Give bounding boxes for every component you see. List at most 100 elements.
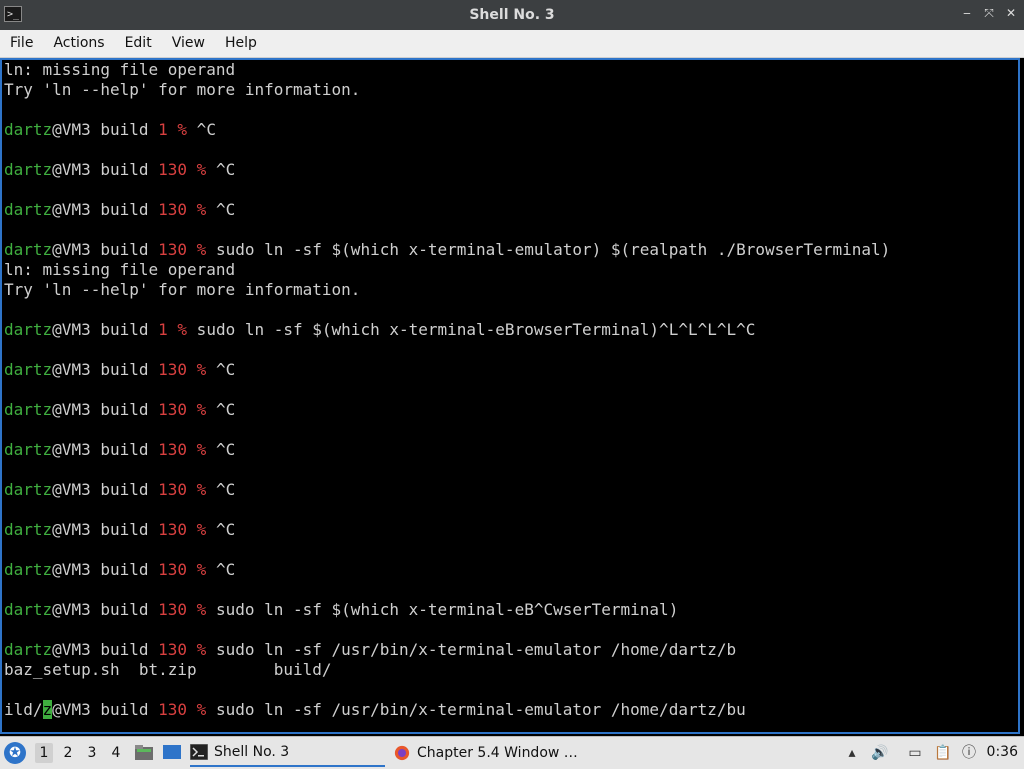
terminal-text: @VM3 build <box>52 400 159 419</box>
menu-help[interactable]: Help <box>215 30 267 57</box>
terminal-line: ln: missing file operand <box>4 260 890 280</box>
prompt-user: dartz <box>4 400 53 419</box>
terminal-line: Try 'ln --help' for more information. <box>4 280 890 300</box>
terminal-text: ln: missing file operand <box>4 60 236 79</box>
prompt-user: dartz <box>4 440 53 459</box>
terminal-text: @VM3 build <box>52 440 159 459</box>
terminal-line: dartz@VM3 build 130 % ^C <box>4 520 890 540</box>
prompt-exit-code: 1 % <box>158 120 188 139</box>
file-manager-icon[interactable] <box>134 743 154 761</box>
terminal-text: @VM3 build <box>52 240 159 259</box>
menu-view[interactable]: View <box>162 30 215 57</box>
window-controls: ‒ ⤧ ✕ <box>960 6 1018 21</box>
terminal-line: dartz@VM3 build 130 % ^C <box>4 560 890 580</box>
terminal-line: ild/z@VM3 build 130 % sudo ln -sf /usr/b… <box>4 700 890 720</box>
workspace-1[interactable]: 1 <box>35 743 53 763</box>
notification-icon[interactable]: ⓘ <box>960 744 978 762</box>
prompt-exit-code: 130 % <box>158 480 207 499</box>
clipboard-icon[interactable]: 📋 <box>934 744 952 762</box>
taskbar: ✪ 1 2 3 4 Shell No. 3 Chapter 5.4 Window… <box>0 736 1024 769</box>
terminal-text: @VM3 build <box>52 560 159 579</box>
menu-bar: File Actions Edit View Help <box>0 30 1024 58</box>
terminal-text: Try 'ln --help' for more information. <box>4 280 361 299</box>
maximize-icon[interactable]: ⤧ <box>982 6 996 21</box>
close-icon[interactable]: ✕ <box>1004 6 1018 21</box>
prompt-user: dartz <box>4 320 53 339</box>
start-menu-icon[interactable]: ✪ <box>4 742 26 764</box>
prompt-exit-code: 130 % <box>158 560 207 579</box>
prompt-user: dartz <box>4 640 53 659</box>
show-desktop-icon[interactable] <box>162 743 182 761</box>
menu-actions[interactable]: Actions <box>43 30 114 57</box>
terminal-text: sudo ln -sf $(which x-terminal-emulator)… <box>206 240 891 259</box>
terminal-text: @VM3 build <box>52 640 159 659</box>
task-firefox[interactable]: Chapter 5.4 Window … <box>393 739 593 767</box>
clock[interactable]: 0:36 <box>987 744 1018 760</box>
terminal-line: dartz@VM3 build 130 % ^C <box>4 400 890 420</box>
prompt-exit-code: 130 % <box>158 200 207 219</box>
terminal-text: @VM3 build <box>52 120 159 139</box>
firefox-icon <box>394 745 410 761</box>
prompt-exit-code: 130 % <box>158 360 207 379</box>
terminal-text: sudo ln -sf $(which x-terminal-eB^CwserT… <box>206 600 679 619</box>
workspace-2[interactable]: 2 <box>59 743 77 763</box>
terminal-text: ^C <box>206 520 236 539</box>
terminal-text: @VM3 build <box>52 160 159 179</box>
prompt-user: dartz <box>4 120 53 139</box>
terminal-text: ^C <box>206 440 236 459</box>
terminal-text: @VM3 build <box>52 200 159 219</box>
terminal-text: ild/ <box>4 700 43 719</box>
prompt-user: dartz <box>4 360 53 379</box>
terminal-text: ^C <box>206 200 236 219</box>
terminal-line: dartz@VM3 build 1 % sudo ln -sf $(which … <box>4 320 890 340</box>
terminal-line: dartz@VM3 build 130 % sudo ln -sf $(whic… <box>4 240 890 260</box>
menu-edit[interactable]: Edit <box>115 30 162 57</box>
terminal-line: dartz@VM3 build 1 % ^C <box>4 120 890 140</box>
terminal-text: @VM3 build <box>52 700 159 719</box>
terminal-text: @VM3 build <box>52 360 159 379</box>
task-terminal[interactable]: Shell No. 3 <box>190 739 385 767</box>
prompt-exit-code: 1 % <box>158 320 188 339</box>
minimize-icon[interactable]: ‒ <box>960 6 974 21</box>
prompt-user: dartz <box>4 160 53 179</box>
prompt-user: dartz <box>4 240 53 259</box>
task-label: Shell No. 3 <box>214 744 290 760</box>
tray-up-icon[interactable]: ▴ <box>843 744 861 762</box>
window-title: Shell No. 3 <box>469 7 555 23</box>
prompt-user: dartz <box>4 480 53 499</box>
terminal-line: dartz@VM3 build 130 % ^C <box>4 360 890 380</box>
menu-file[interactable]: File <box>0 30 43 57</box>
workspace-4[interactable]: 4 <box>107 743 125 763</box>
terminal-line: ln: missing file operand <box>4 60 890 80</box>
terminal-cursor: z <box>42 700 53 719</box>
volume-icon[interactable]: 🔊 <box>871 744 889 762</box>
terminal-line: dartz@VM3 build 130 % ^C <box>4 160 890 180</box>
task-label: Chapter 5.4 Window … <box>417 745 578 761</box>
terminal-icon <box>190 744 208 760</box>
prompt-user: dartz <box>4 560 53 579</box>
workspace-3[interactable]: 3 <box>83 743 101 763</box>
terminal-text: ^C <box>206 400 236 419</box>
terminal-text: Try 'ln --help' for more information. <box>4 80 361 99</box>
terminal-line: baz_setup.sh bt.zip build/ <box>4 660 890 680</box>
prompt-exit-code: 130 % <box>158 640 207 659</box>
network-icon[interactable]: ▭ <box>906 744 924 762</box>
prompt-exit-code: 130 % <box>158 520 207 539</box>
prompt-exit-code: 130 % <box>158 700 207 719</box>
terminal-view[interactable]: ln: missing file operand Try 'ln --help' … <box>0 58 1020 734</box>
terminal-text: @VM3 build <box>52 600 159 619</box>
title-bar: >_ Shell No. 3 ‒ ⤧ ✕ <box>0 0 1024 30</box>
terminal-text: ^C <box>206 360 236 379</box>
prompt-user: dartz <box>4 600 53 619</box>
